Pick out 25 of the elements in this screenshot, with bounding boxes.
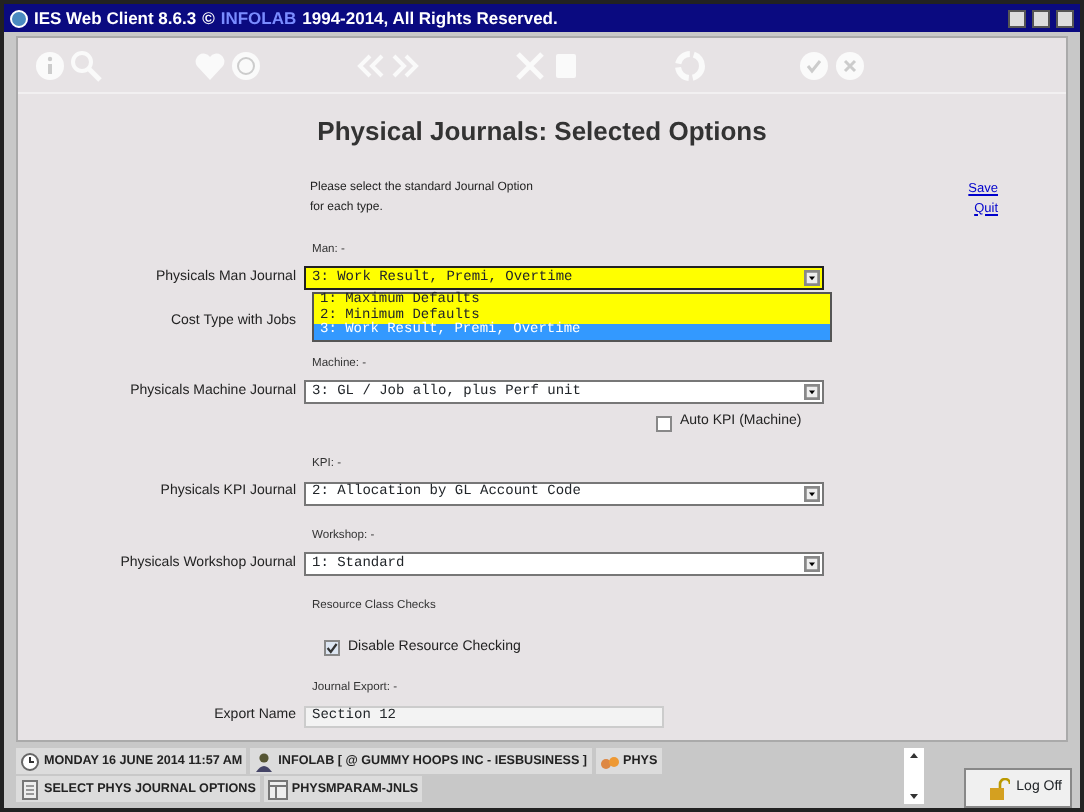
window-title: IES Web Client 8.6.3: [34, 5, 197, 31]
minimize-button[interactable]: [1008, 9, 1026, 27]
info-icon[interactable]: [34, 49, 66, 81]
scrollbar[interactable]: [904, 748, 924, 804]
dropdown-arrow-icon[interactable]: [804, 485, 820, 502]
restore-button[interactable]: [1032, 9, 1050, 27]
brand-name: INFOLAB: [220, 5, 297, 31]
clock-icon[interactable]: [230, 49, 262, 81]
page-heading: Physical Journals: Selected Options: [315, 114, 769, 150]
document-icon: [20, 779, 40, 799]
cancel-icon[interactable]: [834, 49, 866, 81]
copyright-text: 1994-2014, All Rights Reserved.: [302, 5, 558, 31]
dropdown-arrow-icon[interactable]: [804, 556, 820, 573]
close-button[interactable]: [1056, 9, 1074, 27]
app-icon: [10, 9, 28, 27]
dropdown-arrow-icon[interactable]: [804, 384, 820, 401]
person-icon: [254, 751, 275, 771]
check-icon[interactable]: [798, 49, 830, 81]
table-icon: [267, 779, 288, 799]
copyright-sign: ©: [202, 5, 215, 31]
checkbox[interactable]: [324, 640, 340, 657]
clock-icon: [20, 751, 40, 771]
dropdown-arrow-icon[interactable]: [804, 270, 820, 287]
checkbox[interactable]: [656, 415, 672, 432]
padlock-icon: [990, 777, 1011, 799]
